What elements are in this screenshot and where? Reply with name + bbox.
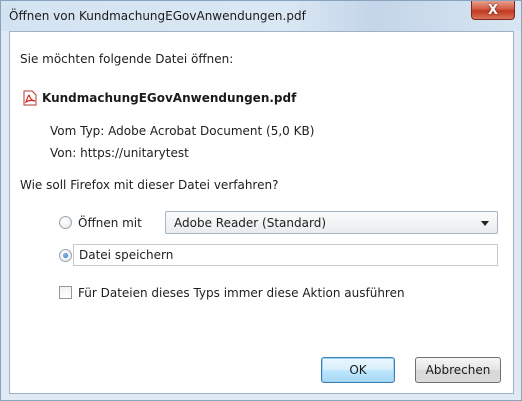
application-select-value: Adobe Reader (Standard)	[174, 216, 327, 230]
window-title: Öffnen von KundmachungEGovAnwendungen.pd…	[9, 9, 306, 23]
always-do-this-checkbox[interactable]	[59, 286, 72, 299]
file-type: Vom Typ: Adobe Acrobat Document (5,0 KB)	[50, 124, 315, 138]
prompt-text: Sie möchten folgende Datei öffnen:	[20, 52, 234, 66]
save-file-radio[interactable]	[59, 249, 72, 262]
file-source: Von: https://unitarytest	[50, 146, 189, 160]
chevron-down-icon	[481, 221, 489, 226]
save-file-label: Datei speichern	[79, 248, 174, 262]
ok-button[interactable]: OK	[321, 357, 395, 383]
pdf-file-icon	[23, 90, 37, 106]
file-name: KundmachungEGovAnwendungen.pdf	[42, 91, 297, 105]
open-with-radio[interactable]	[59, 216, 72, 229]
open-with-label[interactable]: Öffnen mit	[78, 216, 142, 230]
dialog-body: Sie möchten folgende Datei öffnen: Kundm…	[9, 31, 514, 394]
close-button[interactable]: X	[471, 1, 515, 20]
always-do-this-label[interactable]: Für Dateien dieses Typs immer diese Akti…	[78, 286, 405, 300]
dialog-window: Öffnen von KundmachungEGovAnwendungen.pd…	[0, 0, 522, 401]
application-select[interactable]: Adobe Reader (Standard)	[165, 211, 498, 234]
action-question: Wie soll Firefox mit dieser Datei verfah…	[20, 178, 279, 192]
title-bar[interactable]: Öffnen von KundmachungEGovAnwendungen.pd…	[1, 1, 521, 31]
save-file-option[interactable]: Datei speichern	[73, 244, 498, 266]
cancel-button[interactable]: Abbrechen	[415, 357, 501, 383]
